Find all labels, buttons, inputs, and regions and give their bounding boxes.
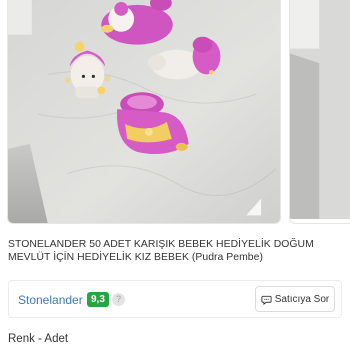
- seller-name-link[interactable]: Stonelander: [18, 293, 83, 307]
- chat-bubble-icon: [261, 295, 272, 305]
- seller-card: Stonelander 9,3 ? Satıcıya Sor: [8, 280, 342, 318]
- product-title: STONELANDER 50 ADET KARIŞIK BEBEK HEDİYE…: [8, 239, 314, 263]
- ask-seller-label: Satıcıya Sor: [274, 293, 330, 305]
- seller-score-help-icon[interactable]: ?: [112, 293, 125, 306]
- product-photo: [8, 0, 280, 223]
- variant-section-title: Renk - Adet: [8, 333, 69, 345]
- next-product-image-card[interactable]: [289, 0, 350, 224]
- ask-seller-button[interactable]: Satıcıya Sor: [255, 286, 335, 312]
- next-product-photo: [290, 0, 350, 220]
- product-image-card[interactable]: [7, 0, 281, 224]
- seller-score-badge: 9,3: [87, 292, 109, 307]
- product-image-gallery[interactable]: [0, 0, 350, 228]
